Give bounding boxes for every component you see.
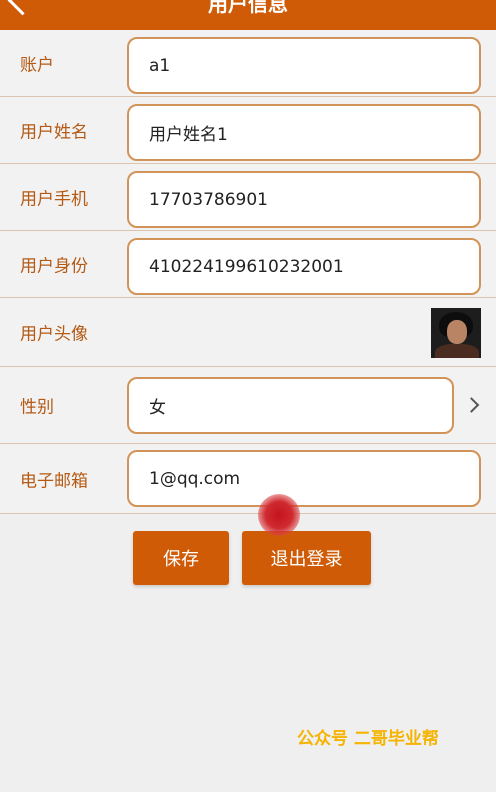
account-row: 账户: [0, 30, 496, 97]
email-row: 电子邮箱: [0, 444, 496, 514]
phone-field[interactable]: [127, 171, 481, 228]
account-label: 账户: [20, 55, 54, 76]
id-number-field[interactable]: [127, 238, 481, 295]
header-bar: 用户信息: [0, 0, 496, 30]
save-button[interactable]: 保存: [133, 531, 229, 585]
touch-indicator: [258, 494, 300, 536]
phone-row: 用户手机: [0, 164, 496, 231]
gender-row: 性别 女: [0, 367, 496, 444]
username-row: 用户姓名: [0, 97, 496, 164]
gender-label: 性别: [20, 397, 54, 418]
page-title: 用户信息: [208, 0, 288, 16]
user-info-form: 账户 用户姓名 用户手机 用户身份 用户头像 性别 女 电子邮箱: [0, 30, 496, 514]
gender-select[interactable]: 女: [127, 377, 454, 434]
username-field[interactable]: [127, 104, 481, 161]
id-number-row: 用户身份: [0, 231, 496, 298]
email-field[interactable]: [127, 450, 481, 507]
avatar-row: 用户头像: [0, 298, 496, 367]
logout-button[interactable]: 退出登录: [242, 531, 371, 585]
email-label: 电子邮箱: [20, 471, 88, 491]
username-label: 用户姓名: [20, 122, 88, 143]
phone-label: 用户手机: [20, 189, 88, 210]
avatar[interactable]: [431, 308, 481, 358]
account-field[interactable]: [127, 37, 481, 94]
chevron-right-icon[interactable]: [463, 397, 480, 413]
gender-value: 女: [149, 398, 166, 418]
avatar-label: 用户头像: [20, 324, 88, 345]
id-number-label: 用户身份: [20, 256, 88, 277]
watermark-text: 公众号 二哥毕业帮: [297, 729, 439, 749]
